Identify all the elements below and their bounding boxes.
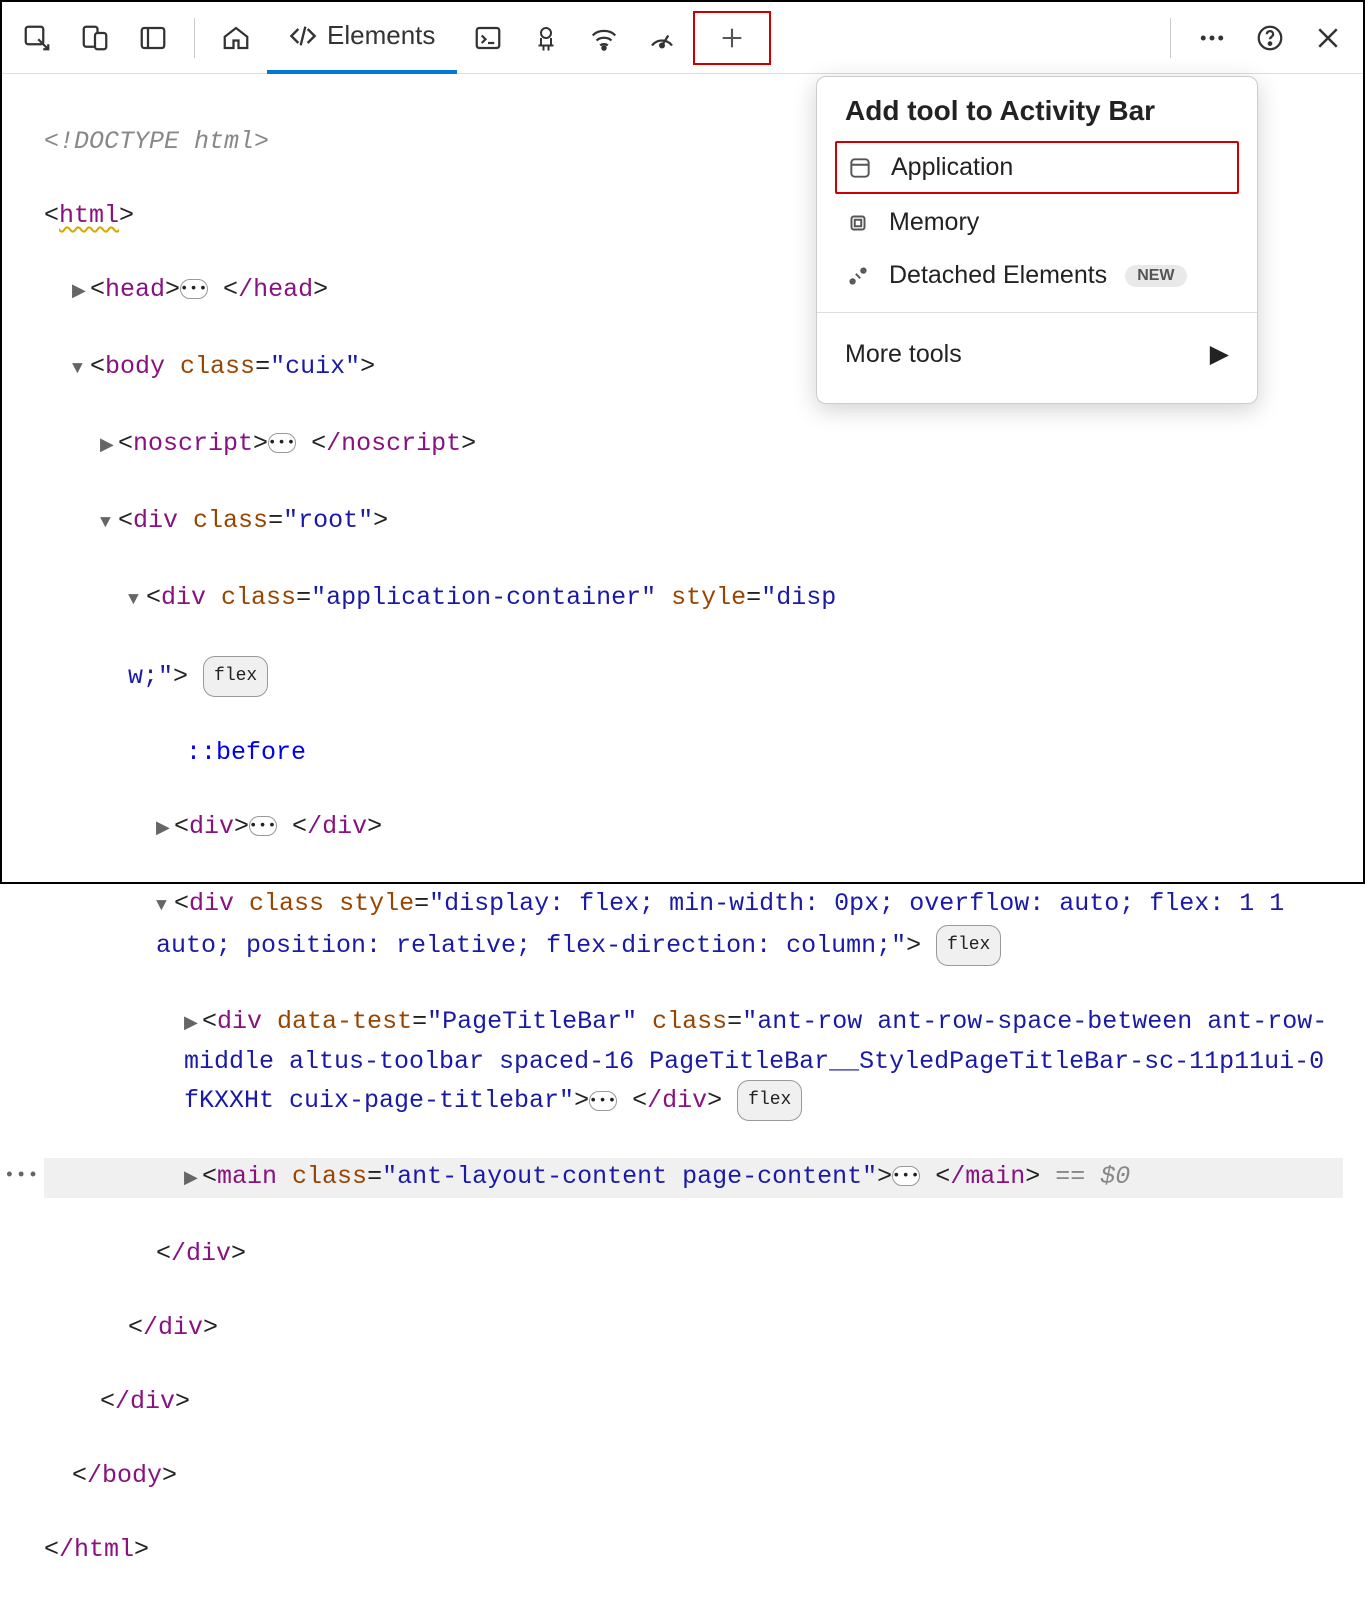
network-tab-icon[interactable] xyxy=(577,11,631,65)
dom-node[interactable]: ▶<div data-test="PageTitleBar" class="an… xyxy=(44,1003,1343,1121)
dom-node-cont[interactable]: w;"> flex xyxy=(44,656,1343,697)
collapsed-ellipsis[interactable]: ••• xyxy=(892,1166,920,1186)
dom-node[interactable]: ▼<div class="root"> xyxy=(44,502,1343,542)
popup-separator xyxy=(817,312,1257,313)
dom-node[interactable]: ▼<div class style="display: flex; min-wi… xyxy=(44,885,1343,966)
popup-item-label: Application xyxy=(891,153,1013,182)
popup-item-label: Memory xyxy=(889,208,979,237)
sources-tab-icon[interactable] xyxy=(519,11,573,65)
tab-elements[interactable]: Elements xyxy=(267,2,457,74)
popup-item-detached-elements[interactable]: Detached Elements NEW xyxy=(817,249,1257,302)
collapsed-ellipsis[interactable]: ••• xyxy=(180,279,208,299)
add-tool-button-highlighted[interactable] xyxy=(693,11,771,65)
dom-node[interactable]: ::before xyxy=(44,734,1343,771)
chevron-right-icon: ▶ xyxy=(1210,339,1229,369)
dom-node[interactable]: ▶<div>••• </div> xyxy=(44,808,1343,848)
devtools-toolbar: Elements xyxy=(2,2,1363,74)
dom-node[interactable]: </div> xyxy=(44,1383,1343,1420)
console-tab-icon[interactable] xyxy=(461,11,515,65)
popup-more-label: More tools xyxy=(845,340,962,369)
help-icon[interactable] xyxy=(1243,11,1297,65)
dom-node[interactable]: ▼<div class="application-container" styl… xyxy=(44,579,1343,619)
more-options-icon[interactable] xyxy=(1185,11,1239,65)
memory-icon xyxy=(845,210,871,236)
flex-badge[interactable]: flex xyxy=(203,656,268,697)
collapsed-ellipsis[interactable]: ••• xyxy=(268,433,296,453)
dom-node[interactable]: </body> xyxy=(44,1457,1343,1494)
popup-more-tools[interactable]: More tools ▶ xyxy=(817,323,1257,385)
popup-item-label: Detached Elements xyxy=(889,261,1107,290)
dom-node[interactable]: ▶<noscript>••• </noscript> xyxy=(44,425,1343,465)
flex-badge[interactable]: flex xyxy=(737,1080,802,1121)
flex-badge[interactable]: flex xyxy=(936,925,1001,966)
tab-elements-label: Elements xyxy=(327,20,435,51)
new-badge: NEW xyxy=(1125,265,1186,287)
dom-node[interactable]: </html> xyxy=(44,1531,1343,1568)
toolbar-divider xyxy=(194,18,195,58)
dom-node-selected[interactable]: ▶<main class="ant-layout-content page-co… xyxy=(44,1158,1343,1198)
dock-side-icon[interactable] xyxy=(126,11,180,65)
popup-item-application[interactable]: Application xyxy=(835,141,1239,194)
toolbar-divider xyxy=(1170,18,1171,58)
add-tool-popup: Add tool to Activity Bar Application Mem… xyxy=(816,76,1258,404)
close-icon[interactable] xyxy=(1301,11,1355,65)
device-toggle-icon[interactable] xyxy=(68,11,122,65)
welcome-tab-icon[interactable] xyxy=(209,11,263,65)
popup-item-memory[interactable]: Memory xyxy=(817,196,1257,249)
performance-tab-icon[interactable] xyxy=(635,11,689,65)
popup-title: Add tool to Activity Bar xyxy=(817,95,1257,139)
application-icon xyxy=(847,155,873,181)
dom-node[interactable]: </div> xyxy=(44,1235,1343,1272)
collapsed-ellipsis[interactable]: ••• xyxy=(249,816,277,836)
detached-elements-icon xyxy=(845,263,871,289)
inspect-icon[interactable] xyxy=(10,11,64,65)
collapsed-ellipsis[interactable]: ••• xyxy=(589,1091,617,1111)
dom-node[interactable]: </div> xyxy=(44,1309,1343,1346)
